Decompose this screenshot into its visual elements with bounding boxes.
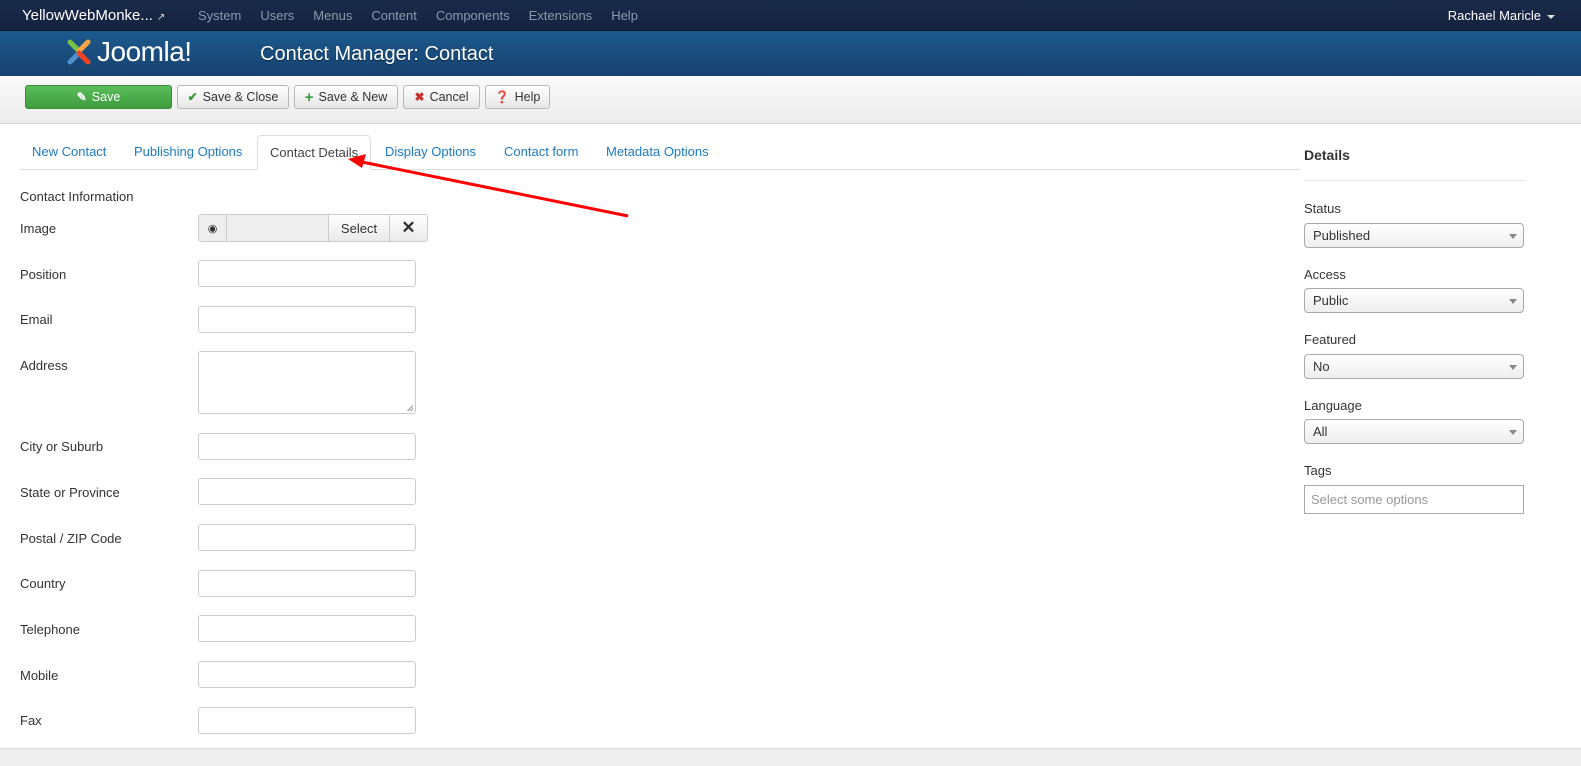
tab-display-options[interactable]: Display Options bbox=[373, 135, 488, 170]
country-input[interactable] bbox=[198, 570, 416, 597]
image-media-field: ◉ Select ✕ bbox=[198, 214, 428, 242]
state-input[interactable] bbox=[198, 478, 416, 505]
save-label: Save bbox=[91, 90, 121, 104]
user-name: Rachael Maricle bbox=[1447, 8, 1541, 23]
featured-label: Featured bbox=[1304, 332, 1357, 347]
save-new-label: Save & New bbox=[318, 90, 388, 104]
dropdown-arrow-icon bbox=[1509, 365, 1517, 370]
access-select[interactable]: Public bbox=[1304, 288, 1524, 313]
tab-metadata-options[interactable]: Metadata Options bbox=[594, 135, 721, 170]
main-menu: System Users Menus Content Components Ex… bbox=[198, 8, 657, 23]
image-select-button[interactable]: Select bbox=[328, 215, 389, 241]
postcode-input[interactable] bbox=[198, 524, 416, 551]
position-input[interactable] bbox=[198, 260, 416, 287]
cancel-circle-icon: ✖ bbox=[414, 90, 425, 104]
save-close-label: Save & Close bbox=[202, 90, 279, 104]
site-name-link[interactable]: YellowWebMonke... ↗ bbox=[22, 7, 165, 24]
address-label: Address bbox=[20, 358, 68, 373]
page-title: Contact Manager: Contact bbox=[260, 43, 494, 65]
position-label: Position bbox=[20, 267, 67, 282]
section-title: Contact Information bbox=[20, 189, 134, 204]
joomla-wordmark: Joomla! bbox=[97, 36, 192, 67]
user-menu[interactable]: Rachael Maricle bbox=[1448, 8, 1555, 23]
menu-system[interactable]: System bbox=[198, 8, 241, 23]
cancel-button[interactable]: ✖ Cancel bbox=[403, 85, 480, 109]
image-label: Image bbox=[20, 221, 57, 236]
menu-extensions[interactable]: Extensions bbox=[529, 8, 593, 23]
fax-label: Fax bbox=[20, 713, 42, 728]
tab-bar: New Contact Publishing Options Contact D… bbox=[20, 135, 1300, 170]
telephone-label: Telephone bbox=[20, 622, 80, 637]
details-divider bbox=[1304, 180, 1524, 181]
tab-contact-form[interactable]: Contact form bbox=[492, 135, 590, 170]
menu-components[interactable]: Components bbox=[436, 8, 510, 23]
help-button[interactable]: ❓ Help bbox=[485, 85, 550, 109]
country-label: Country bbox=[20, 576, 66, 591]
joomla-logo: Joomla! bbox=[64, 36, 192, 68]
status-bar bbox=[0, 748, 1581, 766]
city-input[interactable] bbox=[198, 433, 416, 460]
external-link-icon: ↗ bbox=[156, 12, 166, 23]
tab-new-contact[interactable]: New Contact bbox=[20, 135, 118, 170]
tags-label: Tags bbox=[1304, 463, 1332, 478]
address-textarea[interactable] bbox=[198, 351, 416, 414]
dropdown-arrow-icon bbox=[1509, 299, 1517, 304]
state-label: State or Province bbox=[20, 485, 120, 500]
mobile-input[interactable] bbox=[198, 661, 416, 688]
plus-icon: + bbox=[304, 88, 314, 106]
featured-value: No bbox=[1313, 359, 1330, 374]
dropdown-arrow-icon bbox=[1509, 430, 1517, 435]
tab-contact-details[interactable]: Contact Details bbox=[257, 135, 372, 170]
fax-input[interactable] bbox=[198, 707, 416, 734]
question-circle-icon: ❓ bbox=[494, 90, 510, 104]
city-label: City or Suburb bbox=[20, 439, 104, 454]
language-label: Language bbox=[1304, 398, 1362, 413]
check-icon: ✔ bbox=[187, 90, 198, 104]
image-path-input bbox=[227, 215, 328, 241]
menu-content[interactable]: Content bbox=[371, 8, 417, 23]
menu-menus[interactable]: Menus bbox=[313, 8, 352, 23]
save-new-button[interactable]: + Save & New bbox=[294, 85, 398, 109]
save-close-button[interactable]: ✔ Save & Close bbox=[177, 85, 289, 109]
details-title: Details bbox=[1304, 147, 1350, 163]
eye-icon[interactable]: ◉ bbox=[199, 215, 227, 241]
access-value: Public bbox=[1313, 293, 1349, 308]
tags-input[interactable]: Select some options bbox=[1304, 485, 1524, 514]
language-select[interactable]: All bbox=[1304, 419, 1524, 444]
tab-publishing-options[interactable]: Publishing Options bbox=[122, 135, 254, 170]
clear-image-icon[interactable]: ✕ bbox=[389, 215, 427, 241]
help-label: Help bbox=[514, 90, 541, 104]
postcode-label: Postal / ZIP Code bbox=[20, 531, 122, 546]
toolbar: ✎ Save ✔ Save & Close + Save & New ✖ Cancel … bbox=[0, 76, 1581, 124]
header-bar: Joomla! Contact Manager: Contact bbox=[0, 31, 1581, 76]
telephone-input[interactable] bbox=[198, 615, 416, 642]
cancel-label: Cancel bbox=[429, 90, 469, 104]
dropdown-arrow-icon bbox=[1509, 234, 1517, 239]
top-navbar: YellowWebMonke... ↗ System Users Menus Co… bbox=[0, 0, 1581, 31]
site-name: YellowWebMonke... bbox=[22, 7, 153, 24]
menu-users[interactable]: Users bbox=[260, 8, 294, 23]
joomla-mark-icon bbox=[67, 39, 91, 65]
access-label: Access bbox=[1304, 267, 1346, 282]
resize-handle-icon[interactable] bbox=[407, 405, 413, 411]
status-value: Published bbox=[1313, 228, 1371, 243]
caret-down-icon bbox=[1547, 14, 1555, 19]
featured-select[interactable]: No bbox=[1304, 354, 1524, 379]
edit-icon: ✎ bbox=[76, 90, 87, 104]
save-button[interactable]: ✎ Save bbox=[25, 85, 172, 109]
menu-help[interactable]: Help bbox=[611, 8, 638, 23]
status-label: Status bbox=[1304, 201, 1341, 216]
mobile-label: Mobile bbox=[20, 668, 59, 683]
email-input[interactable] bbox=[198, 306, 416, 333]
status-select[interactable]: Published bbox=[1304, 223, 1524, 248]
email-label: Email bbox=[20, 312, 53, 327]
language-value: All bbox=[1313, 424, 1328, 439]
